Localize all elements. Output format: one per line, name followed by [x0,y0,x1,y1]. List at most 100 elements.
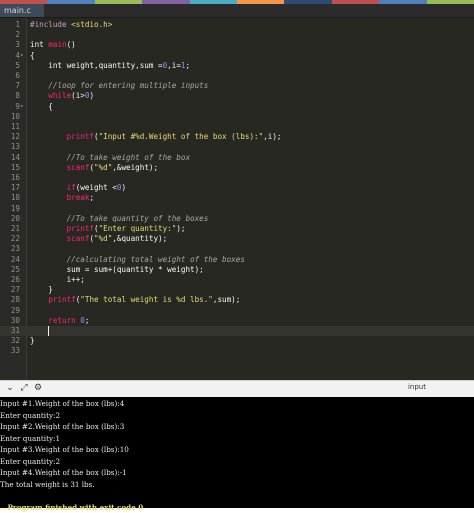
code-text: } [30,336,35,346]
code-line[interactable]: 15 scanf("%d",&weight); [0,163,474,173]
code-token: if [30,183,76,192]
code-token: //calculating total weight of the boxes [30,255,245,264]
code-token: scanf [30,163,89,172]
code-token: () [67,40,76,49]
code-text: printf("The total weight is %d lbs.",sum… [30,295,240,305]
code-line[interactable]: 13 [0,142,474,152]
line-number: 24 [0,255,20,265]
code-text: #include <stdio.h> [30,20,112,30]
tab-main-c[interactable]: main.c [0,4,44,17]
code-token: <stdio.h> [71,20,112,29]
code-token: ; [89,193,94,202]
code-line[interactable]: 24 //calculating total weight of the box… [0,255,474,265]
code-token: //loop for entering multiple inputs [30,81,208,90]
code-token: } [30,336,35,345]
code-token: return [30,316,80,325]
code-line[interactable]: 30 return 0; [0,316,474,326]
code-line[interactable]: 21 printf("Enter quantity:"); [0,224,474,234]
line-number: 22 [0,234,20,244]
code-line[interactable]: 29 [0,306,474,316]
code-line[interactable]: 16 [0,173,474,183]
line-number: 27 [0,285,20,295]
output-console[interactable]: Input #1.Weight of the box (lbs):4Enter … [0,397,474,508]
chevron-down-icon[interactable]: ⌄ [4,382,16,394]
code-line[interactable]: 17 if(weight <0) [0,183,474,193]
code-line[interactable]: 25 sum = sum+(quantity * weight); [0,265,474,275]
code-text: int main() [30,40,76,50]
line-number: 28 [0,295,20,305]
code-token: int weight,quantity,sum = [30,61,163,70]
gear-icon[interactable]: ⚙ [32,382,44,394]
line-number: 9 [0,102,20,112]
code-line[interactable]: 33 [0,346,474,356]
code-token: while [30,91,71,100]
fold-marker-icon[interactable]: ▾ [20,102,26,112]
code-line[interactable]: 28 printf("The total weight is %d lbs.",… [0,295,474,305]
code-line[interactable]: 5 int weight,quantity,sum =0,i=1; [0,61,474,71]
code-line[interactable]: 12 printf("Input #%d.Weight of the box (… [0,132,474,142]
code-line[interactable]: 2 [0,30,474,40]
line-number: 26 [0,275,20,285]
code-text: scanf("%d",&quantity); [30,234,167,244]
code-line[interactable]: 27 } [0,285,474,295]
line-number: 33 [0,346,20,356]
line-number: 10 [0,112,20,122]
code-token: ,i); [263,132,281,141]
console-line: Input #3.Weight of the box (lbs):10 [0,444,129,456]
code-line[interactable]: 19 [0,204,474,214]
line-number: 32 [0,336,20,346]
code-line[interactable]: 8 while(i>0) [0,91,474,101]
line-number: 1 [0,20,20,30]
code-line[interactable]: 20 //To take quantity of the boxes [0,214,474,224]
code-text: { [30,51,35,61]
console-line: Input #2.Weight of the box (lbs):3 [0,421,124,433]
code-line[interactable]: 31 [0,326,474,336]
code-token: ,&weight); [112,163,158,172]
code-line[interactable]: 4▾{ [0,51,474,61]
console-line: Input #4.Weight of the box (lbs):-1 [0,467,127,479]
code-token: sum = sum+(quantity * weight); [30,265,204,274]
line-number: 18 [0,193,20,203]
tab-bar: main.c [0,4,474,18]
code-line[interactable]: 22 scanf("%d",&quantity); [0,234,474,244]
code-text: //To take weight of the box [30,153,190,163]
code-line[interactable]: 9▾ { [0,102,474,112]
line-number: 2 [0,30,20,40]
code-line[interactable]: 18 break; [0,193,474,203]
code-text: //loop for entering multiple inputs [30,81,208,91]
code-line[interactable]: 7 //loop for entering multiple inputs [0,81,474,91]
line-number: 3 [0,40,20,50]
expand-icon[interactable]: ⤢ [18,382,30,394]
code-line[interactable]: 3 int main() [0,40,474,50]
code-line[interactable]: 6 [0,71,474,81]
code-token: ); [176,224,185,233]
line-number: 13 [0,142,20,152]
code-line[interactable]: 11 [0,122,474,132]
exit-status-line: ...Program finished with exit code 0 [0,502,143,513]
code-editor[interactable]: 1#include <stdio.h>23int main()4▾{5 int … [0,18,474,380]
code-token: ,sum); [213,295,240,304]
code-text: if(weight <0) [30,183,126,193]
code-token: { [30,51,35,60]
code-line[interactable]: 1 #include <stdio.h> [0,20,474,30]
fold-marker-icon[interactable]: ▾ [20,51,26,61]
line-number: 30 [0,316,20,326]
code-text: while(i>0) [30,91,94,101]
code-token: break [30,193,89,202]
code-token: int [30,40,48,49]
code-text: sum = sum+(quantity * weight); [30,265,204,275]
code-line[interactable]: 26 i++; [0,275,474,285]
code-line[interactable]: 14 //To take weight of the box [0,153,474,163]
code-token: printf [30,132,94,141]
code-text: { [30,102,53,112]
code-token: (weight < [76,183,117,192]
line-number: 6 [0,71,20,81]
code-line[interactable]: 10 [0,112,474,122]
code-line[interactable]: 32} [0,336,474,346]
console-line: Enter quantity:2 [0,410,60,422]
code-token: ) [89,91,94,100]
code-token: ) [121,183,126,192]
code-text: break; [30,193,94,203]
code-line[interactable]: 23 [0,244,474,254]
line-number: 8 [0,91,20,101]
